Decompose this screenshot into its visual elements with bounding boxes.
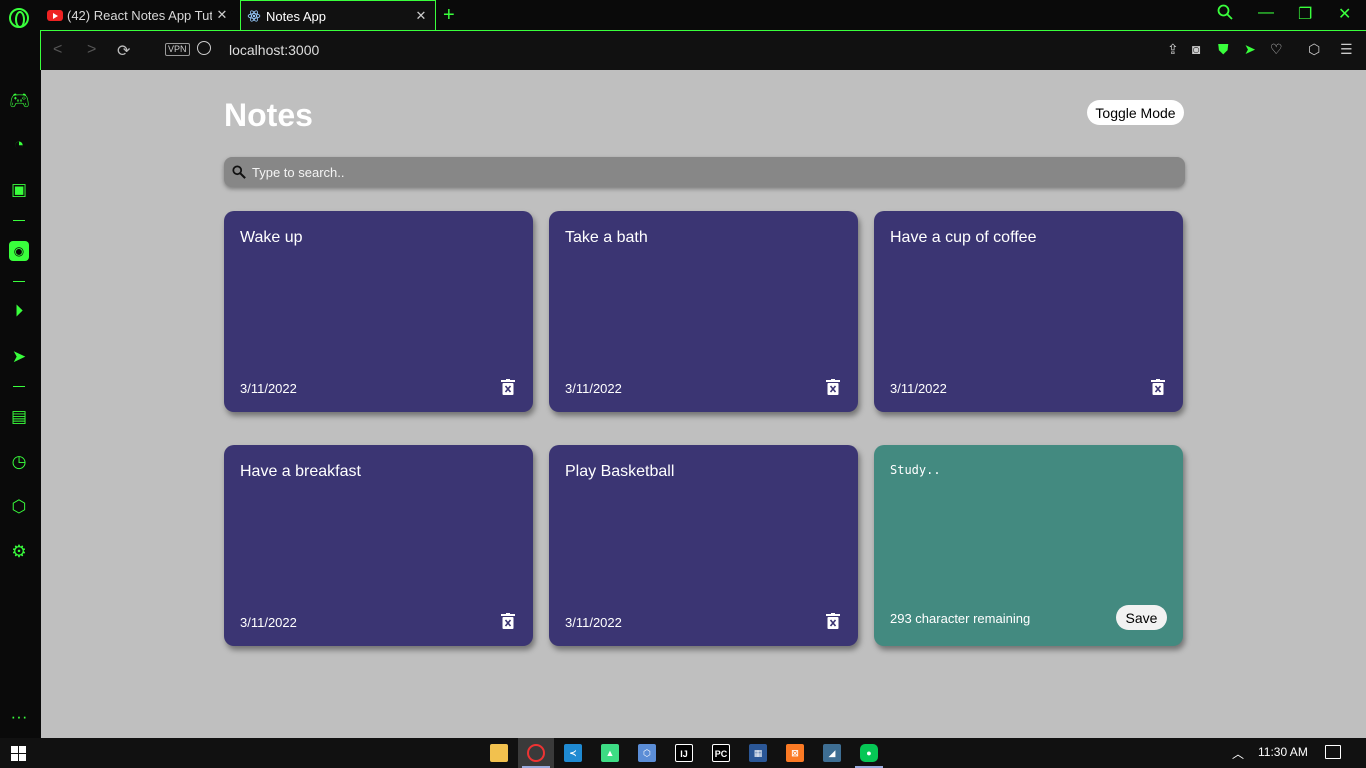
opera-icon [527, 744, 545, 762]
tab-youtube[interactable]: (42) React Notes App Tutor ✕ [40, 0, 236, 30]
sidebar-divider [13, 386, 25, 387]
mysql-icon[interactable]: ◢ [823, 744, 841, 762]
settings-menu-icon[interactable]: ☰ [1340, 41, 1353, 58]
chevron-up-icon[interactable]: ︿ [1232, 745, 1244, 762]
line-icon: ● [860, 744, 878, 762]
note-date: 3/11/2022 [240, 615, 297, 630]
note-text: Have a cup of coffee [890, 229, 1037, 246]
send-icon[interactable]: ➤ [9, 347, 29, 367]
intellij-icon[interactable]: IJ [675, 744, 693, 762]
react-icon [247, 10, 261, 22]
note-card: Wake up 3/11/2022 [224, 211, 533, 412]
note-text: Have a breakfast [240, 463, 361, 480]
new-note-card: 293 character remaining Save [874, 445, 1183, 646]
more-icon[interactable]: ··· [9, 707, 29, 727]
page-content: Notes Toggle Mode Wake up 3/11/2022 Take… [41, 70, 1366, 738]
reload-button[interactable]: ⟳ [117, 41, 130, 61]
send-icon[interactable]: ➤ [1244, 41, 1256, 58]
note-text: Wake up [240, 229, 303, 246]
opera-logo-icon[interactable] [9, 8, 29, 28]
shopping-bag-icon[interactable]: ▣ [9, 180, 29, 200]
sidebar: 🎮︎ ◔ ▣ ◉ ⏵ ➤ ▤ ◷ ⬡ ⚙ ··· [0, 30, 40, 738]
cube-icon[interactable]: ⬡ [9, 497, 29, 517]
tab-label: Notes App [266, 8, 326, 24]
player-icon[interactable]: ⏵ [9, 301, 29, 321]
toggle-mode-button[interactable]: Toggle Mode [1087, 100, 1184, 125]
app-icon[interactable]: ⬡ [638, 744, 656, 762]
taskbar-opera-active[interactable] [518, 738, 554, 768]
gamepad-icon[interactable]: 🎮︎ [9, 91, 31, 111]
page-title: Notes [224, 97, 313, 133]
forward-button[interactable]: > [87, 41, 96, 59]
vpn-badge[interactable]: VPN [165, 43, 190, 56]
note-date: 3/11/2022 [565, 615, 622, 630]
tab-bar: (42) React Notes App Tutor ✕ Notes App ✕… [0, 0, 1366, 31]
sidebar-divider [13, 220, 25, 221]
news-icon[interactable]: ▤ [9, 407, 29, 427]
tab-notes-app[interactable]: Notes App ✕ [240, 0, 436, 31]
save-button[interactable]: Save [1116, 605, 1167, 630]
cube-icon[interactable]: ⬡ [1308, 41, 1320, 58]
vscode-icon[interactable]: ≺ [564, 744, 582, 762]
app-icon[interactable]: ▦ [749, 744, 767, 762]
minimize-button[interactable]: — [1258, 4, 1274, 22]
url-field[interactable]: localhost:3000 [229, 42, 319, 58]
discord-icon[interactable]: ◉ [9, 241, 29, 261]
note-card: Take a bath 3/11/2022 [549, 211, 858, 412]
globe-icon[interactable] [197, 41, 211, 55]
search-icon[interactable] [1217, 4, 1233, 25]
camera-icon[interactable]: ◙ [1192, 41, 1200, 57]
shield-icon[interactable]: ⛊ [1218, 41, 1229, 58]
windows-start-icon[interactable] [11, 746, 26, 761]
note-card: Play Basketball 3/11/2022 [549, 445, 858, 646]
note-card: Have a breakfast 3/11/2022 [224, 445, 533, 646]
history-icon[interactable]: ◷ [9, 452, 29, 472]
delete-icon[interactable] [826, 379, 840, 395]
new-tab-button[interactable]: + [443, 4, 455, 27]
note-date: 3/11/2022 [890, 381, 947, 396]
close-icon[interactable]: ✕ [212, 7, 232, 23]
taskbar: ≺ ▲ ⬡ IJ PC ▦ ⊠ ◢ ● ︿ 11:30 AM [0, 738, 1366, 768]
android-studio-icon[interactable]: ▲ [601, 744, 619, 762]
close-icon[interactable]: ✕ [411, 8, 431, 24]
note-date: 3/11/2022 [565, 381, 622, 396]
notification-icon[interactable] [1325, 745, 1341, 759]
search-bar [224, 157, 1185, 187]
note-text: Play Basketball [565, 463, 675, 480]
restore-button[interactable]: ❐ [1298, 4, 1312, 24]
tab-label: (42) React Notes App Tutor [67, 7, 212, 23]
xampp-icon[interactable]: ⊠ [786, 744, 804, 762]
delete-icon[interactable] [826, 613, 840, 629]
characters-remaining: 293 character remaining [890, 611, 1031, 626]
sidebar-divider [13, 281, 25, 282]
note-text: Take a bath [565, 229, 648, 246]
taskbar-line[interactable]: ● [851, 738, 887, 768]
search-input[interactable] [252, 164, 1152, 180]
note-date: 3/11/2022 [240, 381, 297, 396]
clock[interactable]: 11:30 AM [1258, 745, 1308, 759]
back-button[interactable]: < [53, 41, 62, 59]
gear-icon[interactable]: ⚙ [9, 542, 29, 562]
new-note-textarea[interactable] [890, 463, 1167, 583]
address-bar: < > ⟳ VPN localhost:3000 ⇪ ◙ ⛊ ➤ ♡ ⬡ ☰ [40, 30, 1366, 70]
youtube-icon [47, 9, 63, 21]
close-window-button[interactable]: ✕ [1338, 4, 1351, 24]
speedometer-icon[interactable]: ◔ [9, 135, 29, 155]
file-explorer-icon[interactable] [490, 744, 508, 762]
delete-icon[interactable] [501, 379, 515, 395]
note-card: Have a cup of coffee 3/11/2022 [874, 211, 1183, 412]
share-icon[interactable]: ⇪ [1167, 41, 1179, 58]
pycharm-icon[interactable]: PC [712, 744, 730, 762]
delete-icon[interactable] [501, 613, 515, 629]
heart-icon[interactable]: ♡ [1270, 41, 1283, 58]
delete-icon[interactable] [1151, 379, 1165, 395]
search-icon [232, 165, 246, 179]
